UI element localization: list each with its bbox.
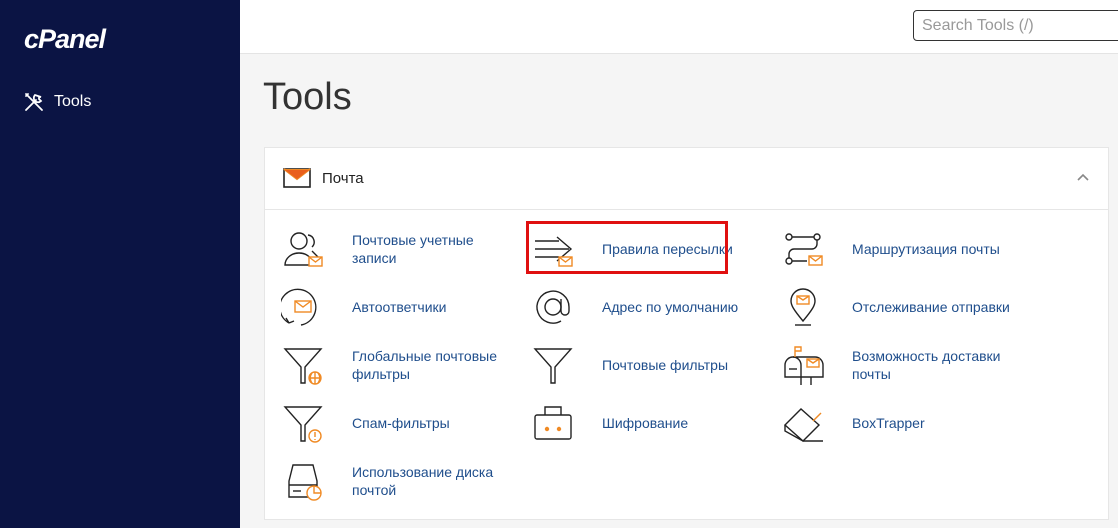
tool-disk-usage[interactable]: Использование диска почтой (280, 458, 510, 504)
disk-usage-icon (280, 458, 326, 504)
tool-label: Адрес по умолчанию (602, 299, 739, 315)
tool-label: Спам-фильтры (352, 415, 450, 431)
section-title: Почта (322, 170, 364, 187)
tool-label: Автоответчики (352, 299, 447, 315)
tool-spam-filters[interactable]: Спам-фильтры (280, 400, 510, 446)
tool-label: Маршрутизация почты (852, 241, 1000, 257)
section-header[interactable]: Почта (265, 148, 1108, 210)
highlight-box (526, 221, 728, 274)
autoresponders-icon (280, 284, 326, 330)
tool-global-filters[interactable]: Глобальные почтовые фильтры (280, 342, 510, 388)
tool-email-routing[interactable]: Маршрутизация почты (780, 226, 1010, 272)
tool-label: Глобальные почтовые фильтры (352, 348, 498, 382)
encryption-icon (530, 400, 576, 446)
chevron-up-icon[interactable] (1076, 170, 1090, 184)
email-routing-icon (780, 226, 826, 272)
sidebar: cPanel Tools (0, 0, 240, 528)
email-filters-icon (530, 342, 576, 388)
boxtrapper-icon (780, 400, 826, 446)
page-title: Tools (263, 76, 352, 118)
tool-label: Шифрование (602, 415, 689, 431)
tool-autoresponders[interactable]: Автоответчики (280, 284, 510, 330)
email-accounts-icon (280, 226, 326, 272)
search-input[interactable] (913, 10, 1118, 41)
tool-encryption[interactable]: Шифрование (530, 400, 760, 446)
tool-label: Использование диска почтой (352, 464, 494, 498)
cpanel-logo[interactable]: cPanel (24, 24, 106, 55)
track-delivery-icon (780, 284, 826, 330)
tool-label: Почтовые фильтры (602, 357, 729, 373)
tool-label: BoxTrapper (852, 415, 925, 431)
tools-icon (25, 93, 43, 111)
top-bar (240, 0, 1118, 54)
tool-email-filters[interactable]: Почтовые фильтры (530, 342, 760, 388)
default-address-icon (530, 284, 576, 330)
tool-deliverability[interactable]: Возможность доставки почты (780, 342, 1010, 388)
spam-filters-icon (280, 400, 326, 446)
tool-label: Возможность доставки почты (852, 348, 1001, 382)
tool-default-address[interactable]: Адрес по умолчанию (530, 284, 760, 330)
sidebar-item-label: Tools (54, 93, 92, 110)
tool-boxtrapper[interactable]: BoxTrapper (780, 400, 1010, 446)
sidebar-item-tools[interactable]: Tools (22, 88, 91, 116)
tool-label: Отслеживание отправки (852, 299, 1010, 315)
mail-icon (283, 168, 311, 188)
tool-track-delivery[interactable]: Отслеживание отправки (780, 284, 1010, 330)
global-filters-icon (280, 342, 326, 388)
tool-email-accounts[interactable]: Почтовые учетные записи (280, 226, 510, 272)
tool-label: Почтовые учетные записи (352, 232, 474, 266)
deliverability-icon (780, 342, 826, 388)
